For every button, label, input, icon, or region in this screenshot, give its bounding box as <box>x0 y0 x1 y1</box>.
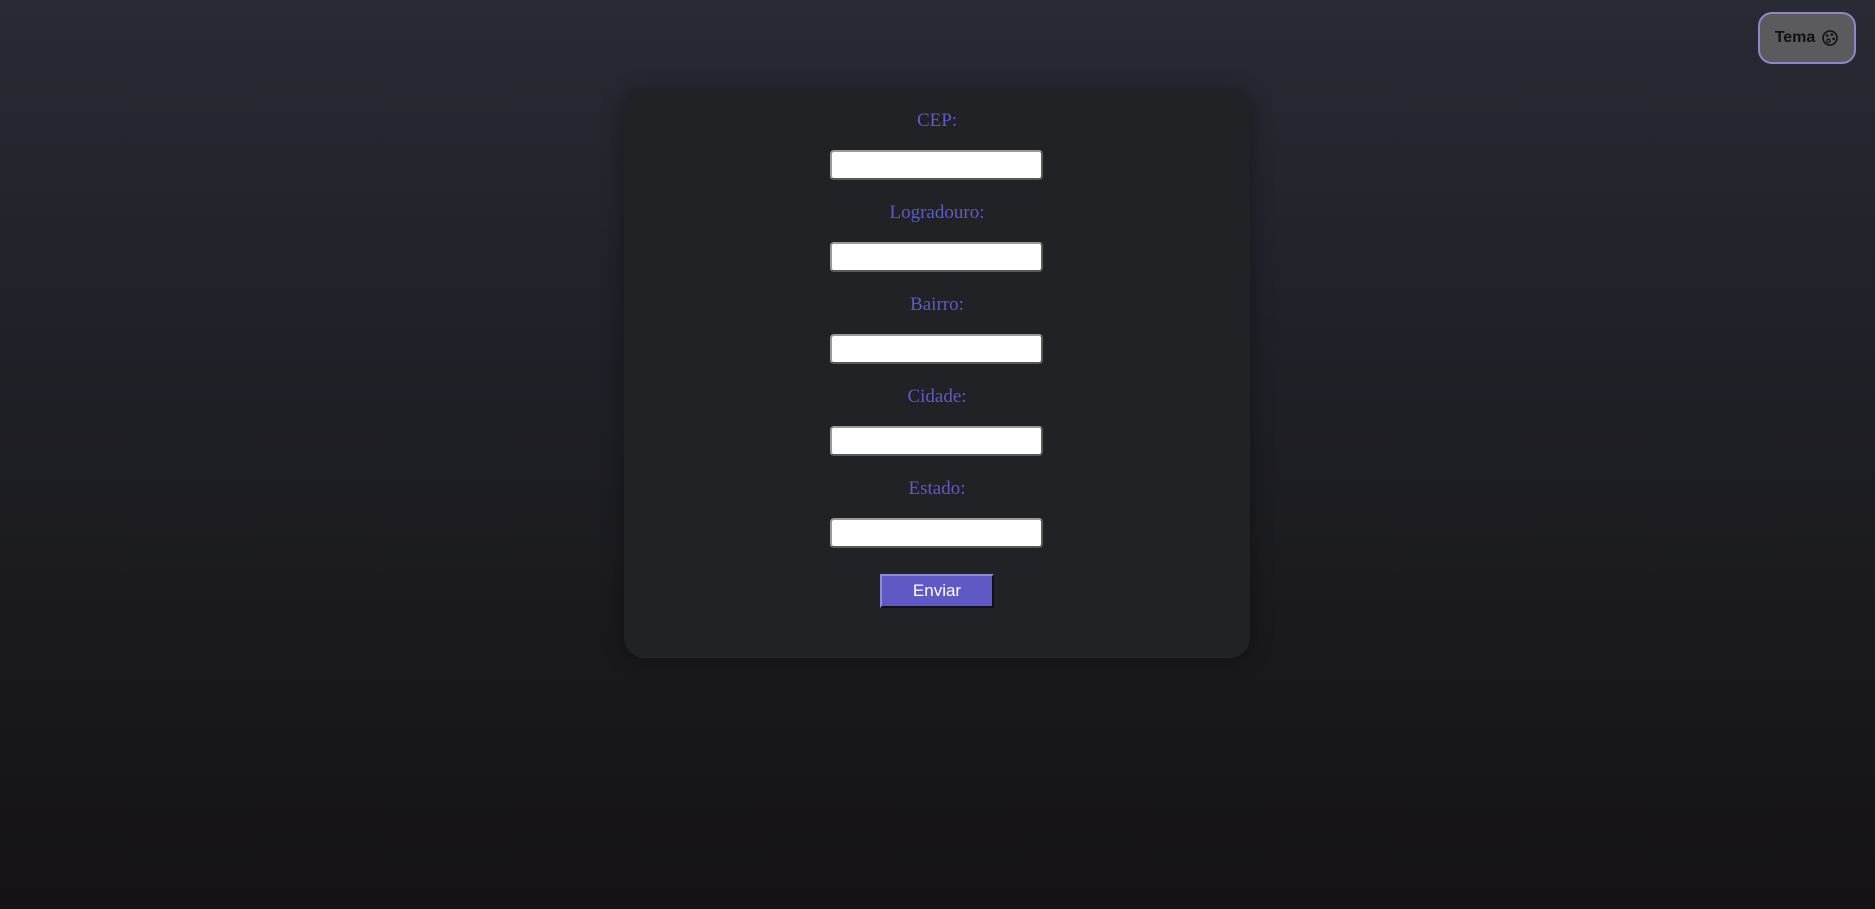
estado-input[interactable] <box>830 518 1043 548</box>
logradouro-input[interactable] <box>830 242 1043 272</box>
cidade-label: Cidade: <box>907 386 967 407</box>
logradouro-label: Logradouro: <box>889 202 985 223</box>
cidade-input[interactable] <box>830 426 1043 456</box>
bairro-label: Bairro: <box>910 294 964 315</box>
estado-label: Estado: <box>908 478 966 499</box>
address-form: CEP: Logradouro: Bairro: Cidade: Estado:… <box>624 92 1250 658</box>
cep-label: CEP: <box>916 110 958 131</box>
palette-icon <box>1821 29 1839 47</box>
cep-input[interactable] <box>830 150 1043 180</box>
theme-toggle-label: Tema <box>1774 29 1816 46</box>
theme-toggle-button[interactable]: Tema <box>1758 12 1856 64</box>
submit-button[interactable]: Enviar <box>880 574 994 608</box>
bairro-input[interactable] <box>830 334 1043 364</box>
